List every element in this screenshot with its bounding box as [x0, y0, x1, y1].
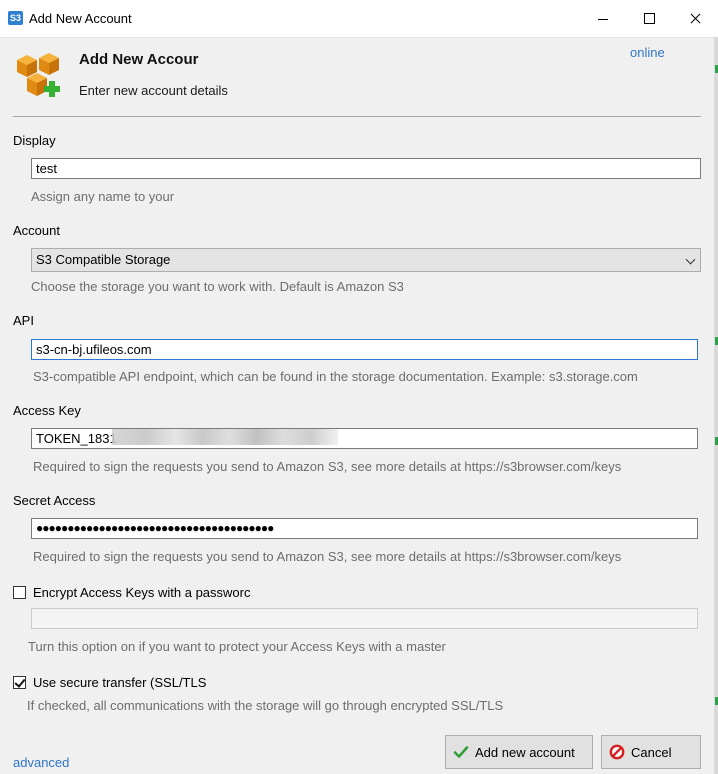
api-endpoint-input[interactable]: s3-cn-bj.ufileos.com — [31, 339, 698, 360]
master-password-input[interactable] — [31, 608, 698, 629]
add-button-label: Add new account — [475, 744, 575, 760]
access-key-hint: Required to sign the requests you send t… — [33, 459, 622, 474]
checkmark-icon — [453, 746, 469, 758]
chevron-down-icon — [685, 254, 696, 265]
close-button[interactable] — [672, 0, 718, 37]
aws-box-add-icon — [17, 53, 60, 97]
cancel-button[interactable]: Cancel — [601, 735, 701, 769]
online-help-link[interactable]: online — [630, 45, 665, 60]
secure-transfer-label: Use secure transfer (SSL/TLS — [33, 675, 207, 690]
display-label: Display — [13, 133, 56, 148]
header-separator — [13, 116, 701, 117]
secure-hint: If checked, all communications with the … — [27, 698, 504, 713]
account-type-value: S3 Compatible Storage — [36, 252, 171, 267]
window-title: Add New Account — [29, 11, 132, 26]
access-key-label: Access Key — [13, 403, 81, 418]
add-new-account-button[interactable]: Add new account — [445, 735, 593, 769]
encrypt-keys-label: Encrypt Access Keys with a passworc — [33, 585, 251, 600]
redacted-blur — [112, 429, 338, 445]
account-label: Account — [13, 223, 60, 238]
forbidden-icon — [609, 744, 625, 760]
advanced-settings-link[interactable]: advanced — [13, 755, 69, 770]
secure-transfer-checkbox[interactable] — [13, 676, 26, 689]
window-edge — [714, 37, 718, 774]
title-bar: S3 Add New Account — [0, 0, 718, 38]
header-title: Add New Accour — [79, 51, 199, 68]
account-type-select[interactable]: S3 Compatible Storage — [31, 248, 701, 272]
api-hint: S3-compatible API endpoint, which can be… — [33, 369, 638, 384]
account-hint: Choose the storage you want to work with… — [31, 279, 404, 294]
secret-access-label: Secret Access — [13, 493, 96, 508]
encrypt-hint: Turn this option on if you want to prote… — [28, 639, 446, 654]
display-name-input[interactable]: test — [31, 158, 701, 179]
maximize-button[interactable] — [626, 0, 672, 37]
s3-app-icon: S3 — [8, 11, 23, 25]
api-label: API — [13, 313, 34, 328]
secret-access-input[interactable]: ●●●●●●●●●●●●●●●●●●●●●●●●●●●●●●●●●●●●●● — [31, 518, 698, 539]
minimize-button[interactable] — [580, 0, 626, 37]
encrypt-keys-checkbox[interactable] — [13, 586, 26, 599]
cancel-button-label: Cancel — [631, 744, 672, 760]
secret-access-hint: Required to sign the requests you send t… — [33, 549, 622, 564]
display-hint: Assign any name to your — [31, 189, 175, 204]
header-subtitle: Enter new account details — [79, 83, 228, 98]
